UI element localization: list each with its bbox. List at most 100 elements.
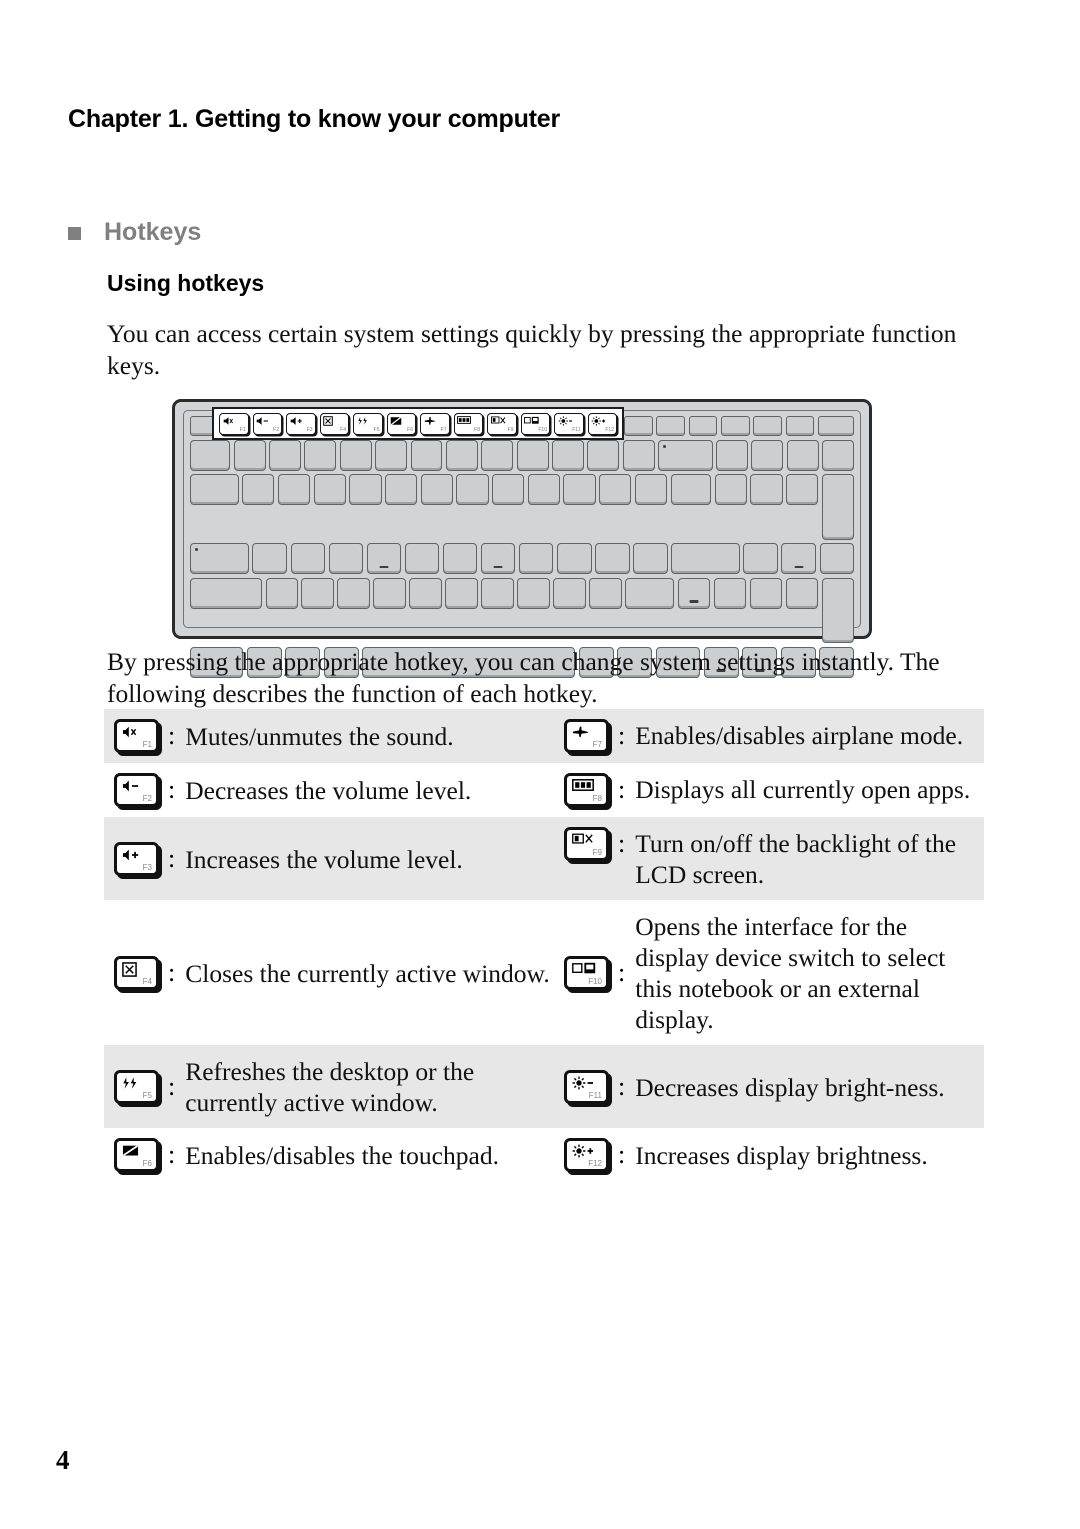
kb-key-g (404, 543, 440, 574)
callout-key-f3: F3 (286, 412, 316, 435)
display-switch-icon-svg (572, 962, 596, 973)
callout-key-f1: F1 (219, 412, 249, 435)
touchpad-icon (122, 1144, 139, 1157)
kb-key-l (556, 543, 592, 574)
hotkey-entry-f7: F7 : Enables/disables airplane mode. (554, 709, 984, 763)
table-row: F4 : Closes the currently active window.… (104, 900, 984, 1045)
callout-f-label-f3: F3 (306, 427, 313, 433)
airplane-mode-icon-svg (572, 726, 589, 738)
home-nub-icon (794, 565, 804, 568)
keycap-f8: F8 : (564, 773, 625, 807)
kb-key-c (337, 577, 370, 609)
kb-key-h (442, 543, 478, 574)
kb-key-pgup (753, 416, 782, 436)
callout-f-label-f4: F4 (340, 427, 346, 433)
callout-key-f2: F2 (252, 412, 282, 435)
kb-key-numlock (716, 439, 748, 471)
hotkey-entry-f9: F9 : Turn on/off the backlight of the LC… (554, 817, 984, 900)
kb-key-num-1 (713, 577, 747, 609)
keycap-f11: F11 : (564, 1069, 625, 1104)
hotkey-entry-f5: F5 : Refreshes the desktop or the curren… (104, 1045, 554, 1128)
brightness-down-icon (572, 1076, 594, 1090)
kb-key-0 (552, 439, 584, 471)
kb-key-num-enter (821, 577, 855, 643)
lcd-backlight-keycap: F9 (564, 827, 609, 861)
separator-colon: : (168, 1140, 176, 1169)
separator-colon: : (618, 829, 626, 858)
volume-down-icon-svg (256, 416, 268, 425)
kb-key-s (290, 543, 326, 574)
keycap-f6: F6 : (114, 1138, 175, 1172)
kb-key-r (349, 474, 382, 505)
hotkey-description: Turn on/off the backlight of the LCD scr… (635, 829, 957, 889)
section-heading-row: Hotkeys (68, 218, 201, 247)
square-bullet-icon (68, 227, 81, 240)
separator-colon: : (168, 775, 176, 804)
volume-up-icon-svg (122, 849, 139, 860)
hotkey-entry-f1: F1 : Mutes/unmutes the sound. (104, 709, 554, 763)
brightness-up-icon (591, 415, 606, 426)
display-switch-keycap: F10 (564, 955, 609, 990)
airplane-keycap: F7 (564, 719, 609, 753)
key-nub-dot (663, 444, 667, 448)
brightness-up-icon (572, 1144, 594, 1158)
kb-key-p (563, 474, 596, 505)
keyboard-top-letter-row (190, 474, 854, 540)
callout-f-label-f1: F1 (239, 427, 246, 433)
kb-key-home (688, 416, 718, 436)
close-window-keycap: F4 (114, 955, 159, 990)
hotkey-description: Enables/disables airplane mode. (635, 721, 964, 750)
keycap-f1: F1 : (114, 719, 175, 753)
hotkey-description: Increases display brightness. (635, 1141, 928, 1170)
callout-f-label-f8: F8 (474, 427, 480, 433)
kb-key-num-slash (751, 439, 784, 471)
hotkey-entry-f4: F4 : Closes the currently active window. (104, 900, 554, 1045)
description-paragraph: By pressing the appropriate hotkey, you … (107, 647, 940, 708)
hotkey-entry-f12: F12 : Increases display brightness. (554, 1128, 984, 1182)
kb-key-num-minus (822, 439, 855, 471)
brightness-up-keycap: F12 (564, 1138, 609, 1172)
touchpad-icon-svg (390, 416, 402, 425)
display-switch-icon-svg (524, 416, 539, 424)
hotkey-table: F1 : Mutes/unmutes the sound. F7 : Enabl… (104, 709, 984, 1182)
kb-key-d (328, 543, 364, 574)
keyboard-home-row (190, 543, 855, 574)
arrow-up-icon (689, 600, 699, 603)
lcd-backlight-icon (490, 415, 506, 425)
display-switch-icon (524, 416, 539, 425)
kb-key-3 (304, 439, 337, 471)
mute-icon (223, 416, 234, 426)
separator-colon: : (168, 1071, 176, 1101)
kb-key-9 (516, 439, 549, 471)
mute-icon-svg (223, 416, 233, 425)
close-window-icon (323, 415, 333, 426)
hotkey-description: Decreases the volume level. (185, 776, 472, 805)
touchpad-keycap: F6 (114, 1138, 159, 1172)
page-number: 4 (56, 1445, 70, 1475)
callout-f-label-f2: F2 (273, 427, 279, 433)
keycap-f12: F12 : (564, 1138, 625, 1172)
keycap-f3: F3 : (114, 841, 175, 876)
airplane-mode-icon (572, 725, 589, 739)
callout-key-f12: F12 (587, 412, 617, 435)
fkey-label: F2 (142, 794, 152, 803)
kb-key-num-4 (743, 543, 778, 574)
refresh-icon (122, 1076, 139, 1090)
fkey-label: F3 (142, 862, 152, 872)
airplane-mode-icon-svg (424, 416, 435, 425)
hotkey-entry-f11: F11 : Decreases display bright-ness. (554, 1045, 984, 1128)
brightness-up-icon-svg (591, 415, 606, 426)
keycap-f7: F7 : (564, 719, 625, 753)
refresh-icon-svg (357, 416, 367, 425)
fkey-label: F12 (588, 1159, 602, 1168)
hotkey-description: Enables/disables the touchpad. (185, 1141, 499, 1170)
close-window-icon (122, 961, 137, 977)
hotkey-description: Decreases display bright-ness. (635, 1072, 945, 1102)
table-row: F5 : Refreshes the desktop or the curren… (104, 1045, 984, 1128)
volume-up-icon (290, 416, 304, 426)
hotkey-entry-f6: F6 : Enables/disables the touchpad. (104, 1128, 554, 1182)
intro-paragraph: You can access certain system settings q… (107, 319, 957, 380)
brightness-down-icon-svg (558, 415, 572, 426)
kb-key-4 (339, 439, 372, 471)
keycap-f2: F2 : (114, 773, 175, 807)
